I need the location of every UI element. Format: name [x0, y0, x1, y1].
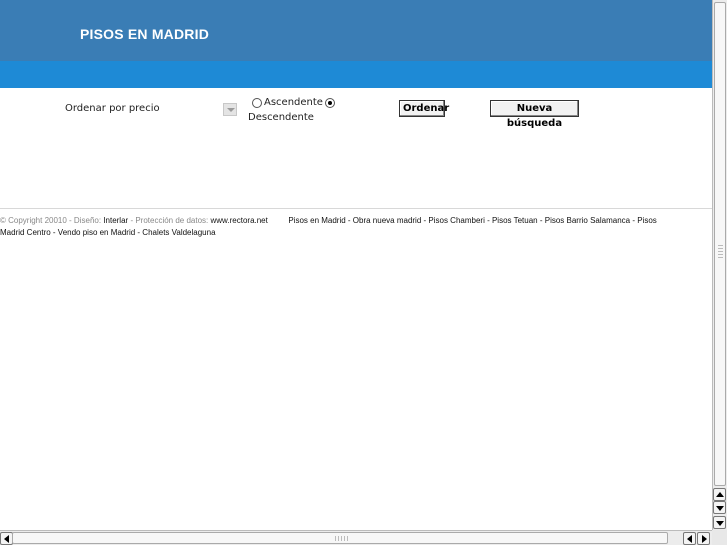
new-search-button[interactable]: Nueva búsqueda [490, 100, 579, 129]
grip-icon [335, 536, 349, 541]
privacy-site-link[interactable]: www.rectora.net [211, 216, 268, 225]
arrow-down-icon [716, 521, 724, 526]
scroll-right-button[interactable] [697, 532, 710, 545]
site-header: PISOS EN MADRID [0, 0, 712, 61]
footer-links-1[interactable]: Pisos en Madrid - Obra nueva madrid - Pi… [288, 216, 656, 225]
vertical-scroll-thumb[interactable] [714, 2, 726, 486]
page-viewport: PISOS EN MADRID Ordenar por precio Ascen… [0, 0, 712, 530]
horizontal-scrollbar[interactable] [0, 530, 712, 545]
order-button[interactable]: Ordenar [399, 100, 449, 117]
arrow-left-icon [687, 535, 692, 543]
footer-line-2: Madrid Centro - Vendo piso en Madrid - C… [0, 228, 216, 237]
arrow-right-icon [702, 535, 707, 543]
descending-label: Descendente [248, 112, 314, 123]
grip-icon [718, 245, 723, 259]
privacy-label: - Protección de datos: [130, 216, 209, 225]
scroll-left-button-2[interactable] [683, 532, 696, 545]
scroll-down-button[interactable] [713, 501, 726, 514]
ascending-label: Ascendente [264, 97, 323, 108]
scroll-up-button[interactable] [713, 488, 726, 501]
scrollbar-corner [712, 530, 727, 545]
sort-by-price-label: Ordenar por precio [65, 103, 160, 114]
designer-link[interactable]: Interlar [103, 216, 128, 225]
scroll-down-button-2[interactable] [713, 516, 726, 529]
arrow-up-icon [716, 492, 724, 497]
footer-line-1: © Copyright 20010 - Diseño: Interlar - P… [0, 216, 657, 225]
nav-bar [0, 61, 712, 88]
arrow-left-icon [4, 535, 9, 543]
arrow-down-icon [716, 506, 724, 511]
vertical-scrollbar[interactable] [712, 0, 727, 530]
ascending-radio[interactable] [252, 98, 262, 108]
copyright-text: © Copyright 20010 - Diseño: [0, 216, 102, 225]
horizontal-scroll-thumb[interactable] [12, 532, 668, 544]
descending-radio[interactable] [325, 98, 335, 108]
sort-dropdown[interactable] [223, 103, 237, 116]
footer-links-2[interactable]: Madrid Centro - Vendo piso en Madrid - C… [0, 228, 216, 237]
page-title: PISOS EN MADRID [80, 26, 210, 42]
footer-divider [0, 208, 712, 209]
